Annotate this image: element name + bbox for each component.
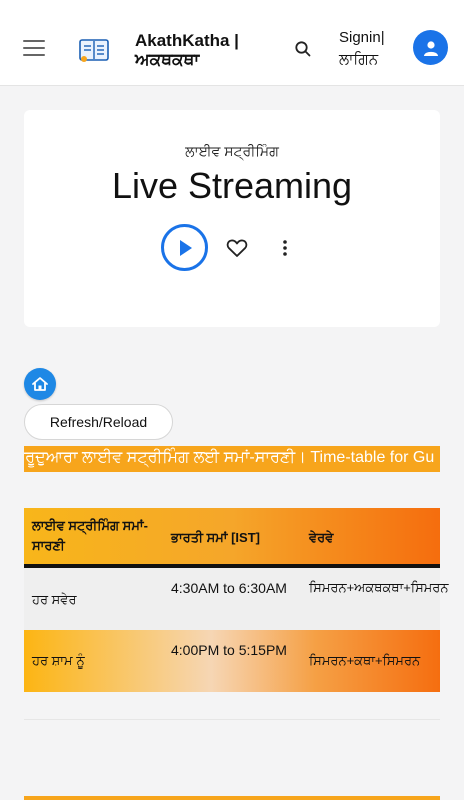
row-period: ਹਰ ਸ਼ਾਮ ਨੂੰ [32, 653, 85, 668]
table-header-row: ਲਾਈਵ ਸਟ੍ਰੀਮਿੰਗ ਸਮਾਂ-ਸਾਰਣੀ ਭਾਰਤੀ ਸਮਾਂ [IS… [24, 508, 440, 568]
section-divider [24, 719, 440, 720]
card-subtitle: ਲਾਈਵ ਸਟ੍ਰੀਮਿੰਗ [185, 143, 279, 159]
brand-line-1: AkathKatha | [135, 31, 239, 50]
refresh-button[interactable]: Refresh/Reload [24, 404, 173, 440]
home-icon[interactable] [24, 368, 56, 400]
more-vert-icon[interactable] [281, 238, 289, 263]
app-header: AkathKatha | ਅਕਥਕਥਾ Signin| ਲਾਗਿਨ [0, 0, 464, 86]
live-stream-card: ਲਾਈਵ ਸਟ੍ਰੀਮਿੰਗ Live Streaming [24, 110, 440, 327]
brand-title[interactable]: AkathKatha | ਅਕਥਕਥਾ [135, 31, 239, 69]
signin-line-2: ਲਾਗਿਨ [339, 51, 379, 68]
row-time: 4:00PM to 5:15PM [171, 642, 287, 658]
card-title: Live Streaming [111, 165, 353, 206]
signin-link[interactable]: Signin| ਲਾਗਿਨ [339, 27, 385, 71]
header-schedule: ਲਾਈਵ ਸਟ੍ਰੀਮਿੰਗ ਸਮਾਂ-ਸਾਰਣੀ [32, 518, 148, 553]
schedule-table: ਲਾਈਵ ਸਟ੍ਰੀਮਿੰਗ ਸਮਾਂ-ਸਾਰਣੀ ਭਾਰਤੀ ਸਮਾਂ [IS… [24, 508, 449, 692]
heart-icon[interactable] [226, 238, 248, 263]
play-icon[interactable] [161, 224, 208, 271]
row-time: 4:30AM to 6:30AM [171, 580, 287, 596]
row-period: ਹਰ ਸਵੇਰ [32, 592, 77, 607]
hamburger-icon[interactable] [23, 40, 45, 56]
bottom-accent-bar [24, 796, 440, 800]
table-row: ਹਰ ਸ਼ਾਮ ਨੂੰ 4:00PM to 5:15PM ਸਿਮਰਨ+ਕਥਾ+ਸ… [24, 630, 440, 692]
row-details: ਸਿਮਰਨ+ਕਥਾ+ਸਿਮਰਨ [309, 653, 421, 668]
header-details: ਵੇਰਵੇ [309, 530, 334, 545]
row-details: ਸਿਮਰਨ+ਅਕਥਕਥਾ+ਸਿਮਰਨ [309, 580, 449, 595]
account-icon[interactable] [413, 30, 448, 65]
book-logo-icon[interactable] [78, 38, 110, 69]
search-icon[interactable] [294, 40, 312, 63]
marquee-text: ਗੁਰੂਦੁਆਰਾ ਲਾਈਵ ਸਟ੍ਰੀਮਿੰਗ ਲਈ ਸਮਾਂ-ਸਾਰਣੀ। … [24, 449, 435, 466]
table-row: ਹਰ ਸਵੇਰ 4:30AM to 6:30AM ਸਿਮਰਨ+ਅਕਥਕਥਾ+ਸਿ… [24, 568, 449, 630]
schedule-marquee: ਗੁਰੂਦੁਆਰਾ ਲਾਈਵ ਸਟ੍ਰੀਮਿੰਗ ਲਈ ਸਮਾਂ-ਸਾਰਣੀ। … [24, 446, 440, 472]
header-ist-time: ਭਾਰਤੀ ਸਮਾਂ [IST] [171, 530, 260, 545]
brand-line-2: ਅਕਥਕਥਾ [135, 50, 200, 69]
signin-line-1: Signin| [339, 29, 385, 46]
